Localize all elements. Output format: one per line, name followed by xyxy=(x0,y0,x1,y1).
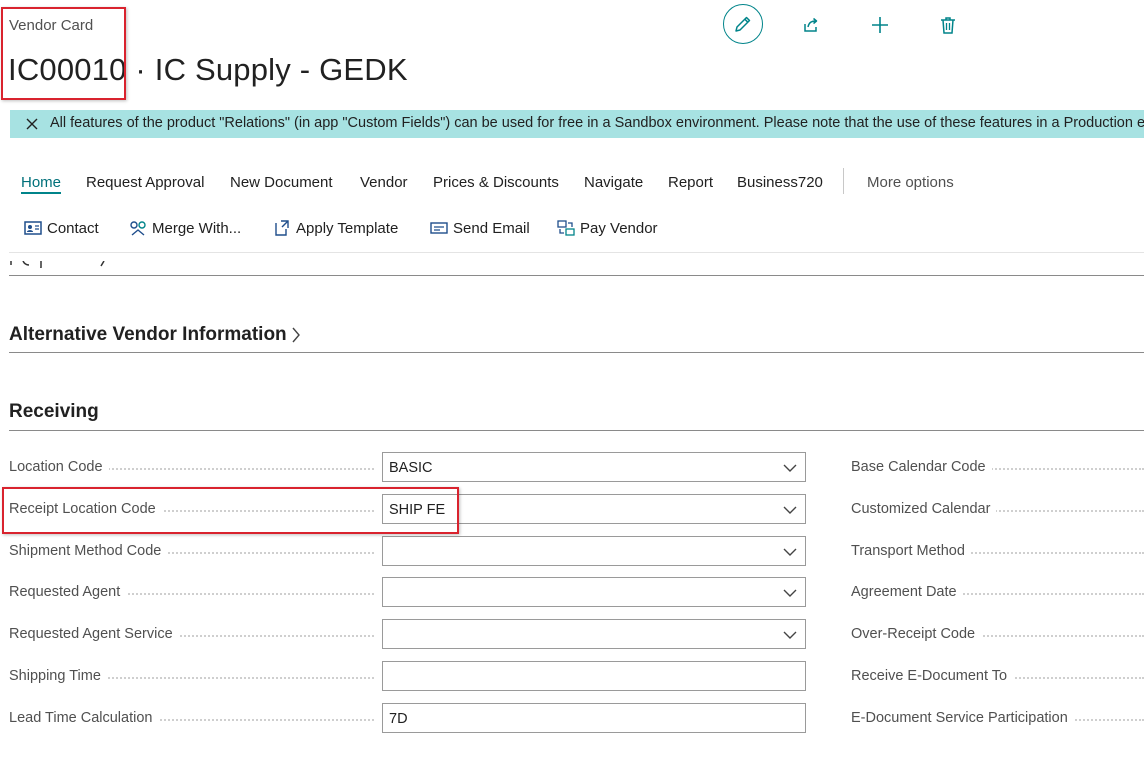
menu-item-report[interactable]: Report xyxy=(668,174,713,191)
customized-calendar-label: Customized Calendar xyxy=(851,501,997,517)
chevron-down-icon[interactable] xyxy=(783,505,797,515)
menu-item-business720[interactable]: Business720 xyxy=(737,174,823,191)
merge-icon xyxy=(130,221,146,236)
toolbar-divider xyxy=(9,252,1144,253)
clipped-glyphs xyxy=(10,260,105,268)
page-title: IC00010 · IC Supply - GEDK xyxy=(8,52,408,87)
agreement-date-label: Agreement Date xyxy=(851,584,963,600)
send-email-label: Send Email xyxy=(453,219,530,237)
receipt-location-code-label: Receipt Location Code xyxy=(9,501,162,517)
requested-agent-dropdown[interactable] xyxy=(382,577,806,607)
lead-time-calculation-field[interactable]: 7D xyxy=(382,703,806,733)
requested-agent-service-dropdown[interactable] xyxy=(382,619,806,649)
notification-banner: All features of the product "Relations" … xyxy=(10,110,1144,138)
apply-template-action[interactable]: Apply Template xyxy=(272,219,398,237)
menu-item-navigate[interactable]: Navigate xyxy=(584,174,643,191)
receipt-location-code-dropdown[interactable]: SHIP FE xyxy=(382,494,806,524)
section-alternative-vendor-information[interactable]: Alternative Vendor Information xyxy=(9,324,301,346)
menu-bar: Home Request Approval New Document Vendo… xyxy=(0,168,1144,198)
requested-agent-label: Requested Agent xyxy=(9,584,127,600)
base-calendar-code-label: Base Calendar Code xyxy=(851,459,992,475)
action-bar: Contact Merge With... Apply Template Sen… xyxy=(0,213,1144,243)
apply-template-label: Apply Template xyxy=(296,219,399,237)
receive-e-document-to-label: Receive E-Document To xyxy=(851,668,1014,684)
pay-vendor-label: Pay Vendor xyxy=(580,219,658,237)
shipment-method-code-dropdown[interactable] xyxy=(382,536,806,566)
section-divider xyxy=(9,430,1144,431)
menu-item-request-approval[interactable]: Request Approval xyxy=(86,174,204,191)
menu-item-new-document[interactable]: New Document xyxy=(230,174,333,191)
lead-time-calculation-label: Lead Time Calculation xyxy=(9,710,159,726)
section-divider xyxy=(9,275,1144,276)
edit-button[interactable] xyxy=(723,4,763,44)
location-code-value: BASIC xyxy=(389,460,433,476)
pay-vendor-action[interactable]: Pay Vendor xyxy=(556,219,658,237)
chevron-down-icon[interactable] xyxy=(783,588,797,598)
shipment-method-code-label: Shipment Method Code xyxy=(9,543,168,559)
contact-card-icon xyxy=(24,221,42,235)
share-icon xyxy=(804,17,818,32)
transport-method-label: Transport Method xyxy=(851,543,971,559)
send-email-action[interactable]: Send Email xyxy=(429,219,530,237)
over-receipt-code-label: Over-Receipt Code xyxy=(851,626,982,642)
email-icon xyxy=(430,222,448,234)
plus-icon xyxy=(872,17,888,33)
location-code-label: Location Code xyxy=(9,459,109,475)
chevron-down-icon[interactable] xyxy=(783,463,797,473)
shipping-time-field[interactable] xyxy=(382,661,806,691)
receipt-location-code-value: SHIP FE xyxy=(389,502,446,518)
chevron-right-icon xyxy=(292,327,300,343)
new-button[interactable] xyxy=(866,11,894,39)
menu-item-home[interactable]: Home xyxy=(21,174,62,194)
merge-with-action[interactable]: Merge With... xyxy=(128,219,241,237)
shipping-time-label: Shipping Time xyxy=(9,668,107,684)
e-document-service-participation-label: E-Document Service Participation xyxy=(851,710,1074,726)
merge-with-label: Merge With... xyxy=(152,219,242,237)
menu-item-prices-discounts[interactable]: Prices & Discounts xyxy=(433,174,559,191)
menu-item-vendor[interactable]: Vendor xyxy=(360,174,408,191)
pay-vendor-icon xyxy=(557,220,575,236)
lead-time-calculation-value: 7D xyxy=(389,711,408,727)
menu-separator xyxy=(843,168,844,194)
trash-icon xyxy=(941,17,955,34)
chevron-down-icon[interactable] xyxy=(783,547,797,557)
section-divider xyxy=(9,352,1144,353)
close-icon[interactable] xyxy=(24,116,40,132)
chevron-down-icon[interactable] xyxy=(783,630,797,640)
more-options-button[interactable]: More options xyxy=(867,174,954,191)
section-title: Alternative Vendor Information xyxy=(9,324,287,345)
banner-text: All features of the product "Relations" … xyxy=(50,115,1144,131)
share-button[interactable] xyxy=(797,11,825,39)
apply-template-icon xyxy=(275,220,289,236)
contact-action[interactable]: Contact xyxy=(23,219,99,237)
pencil-icon xyxy=(735,16,751,32)
page-caption: Vendor Card xyxy=(9,17,94,34)
scrolled-off-text xyxy=(9,258,129,268)
requested-agent-service-label: Requested Agent Service xyxy=(9,626,179,642)
contact-label: Contact xyxy=(47,219,99,237)
section-receiving[interactable]: Receiving xyxy=(9,401,99,423)
location-code-dropdown[interactable]: BASIC xyxy=(382,452,806,482)
delete-button[interactable] xyxy=(934,11,962,39)
